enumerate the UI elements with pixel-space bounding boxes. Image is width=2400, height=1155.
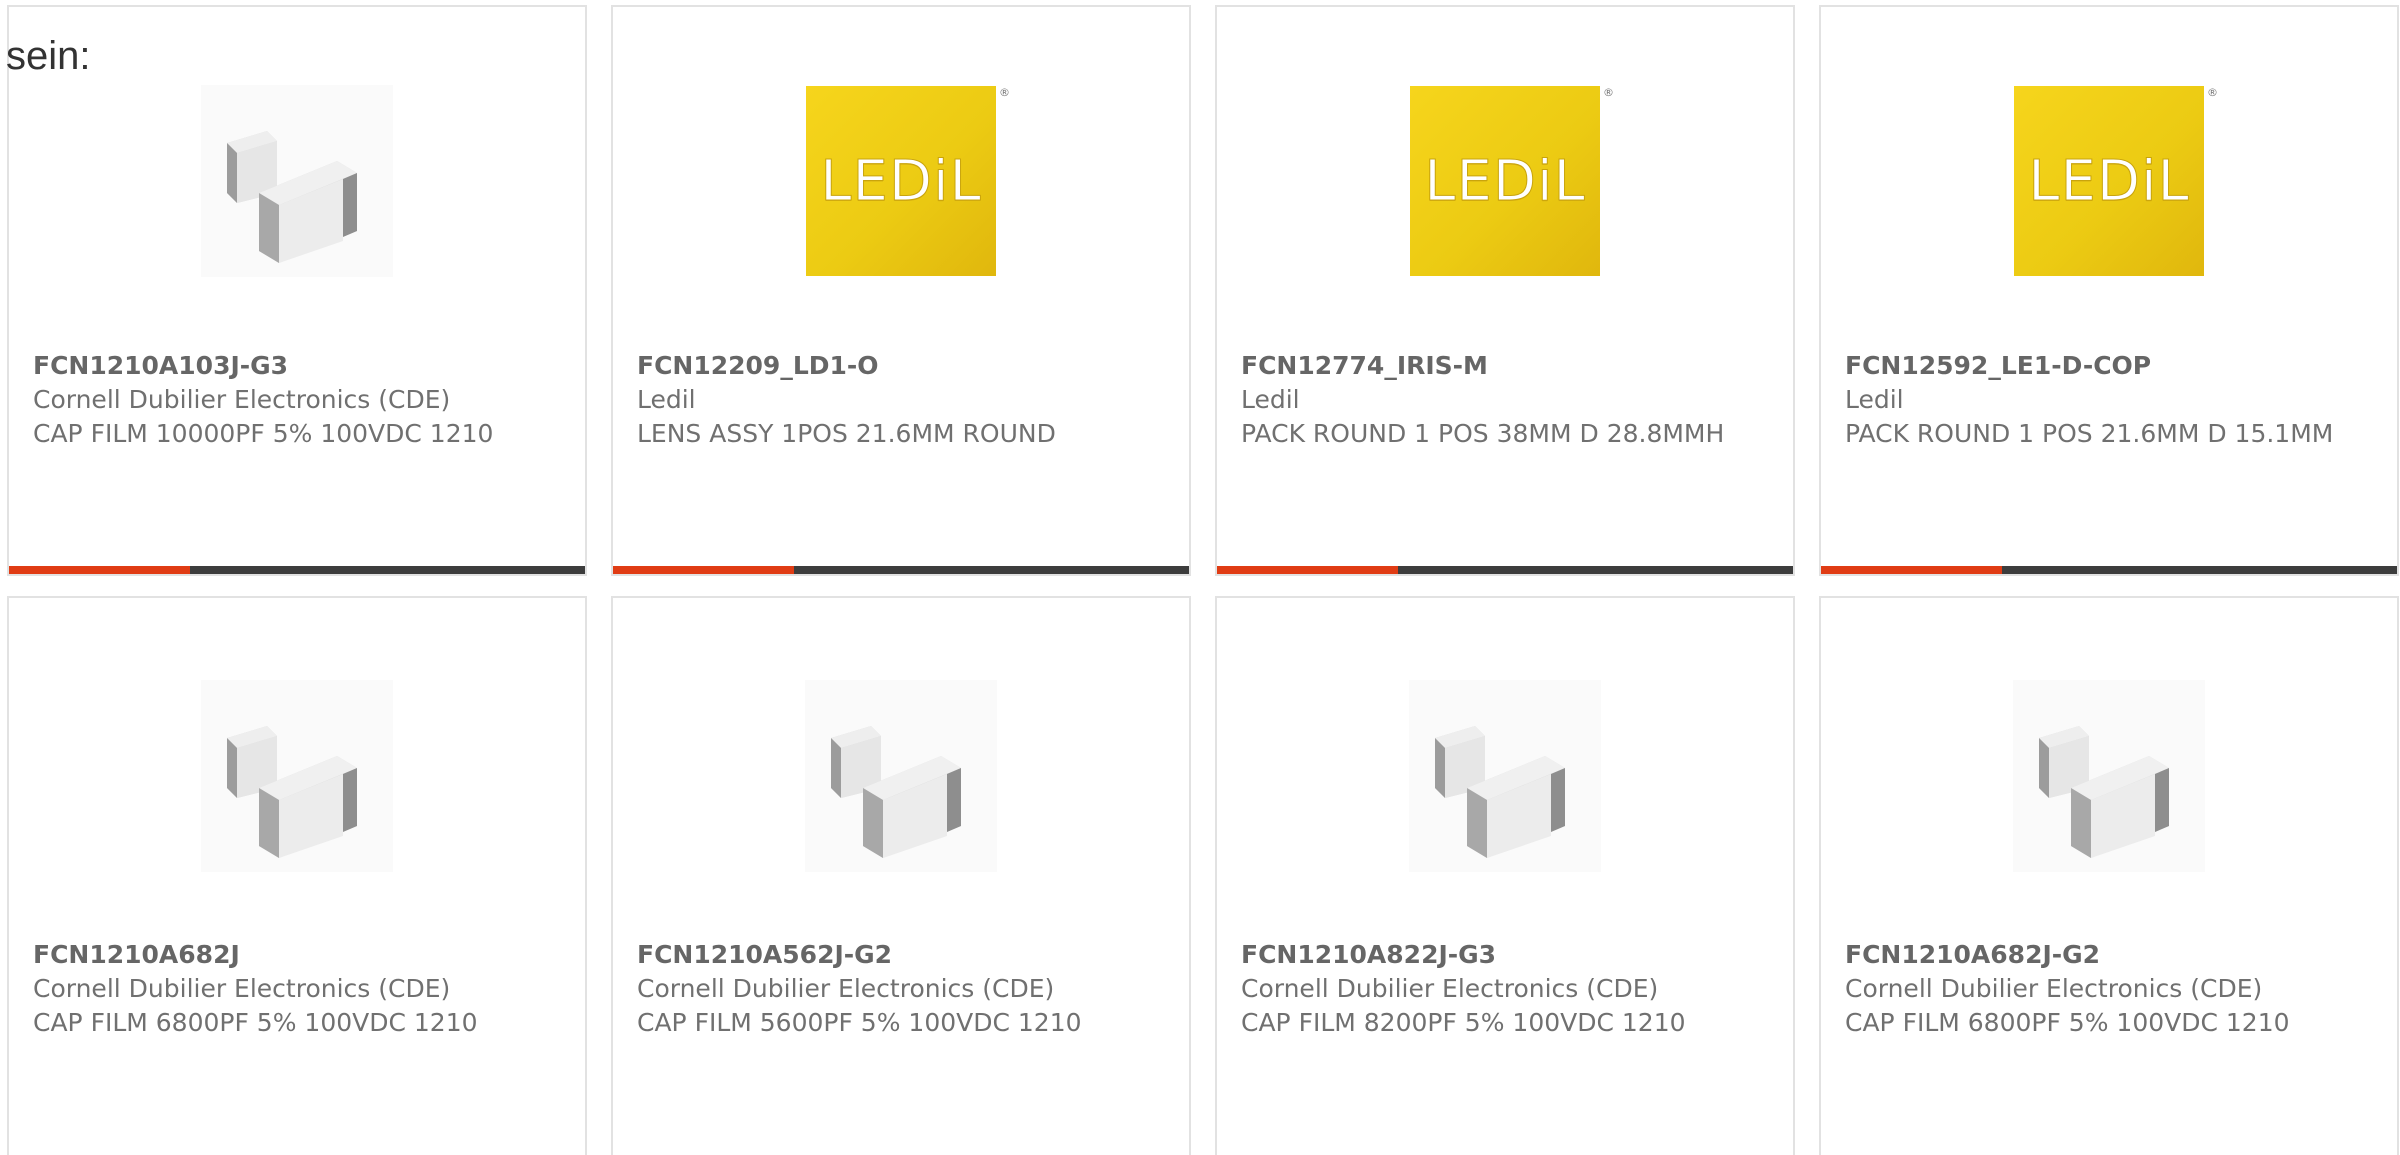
part-number[interactable]: FCN1210A682J-G2 <box>1845 938 2373 972</box>
product-description: CAP FILM 6800PF 5% 100VDC 1210 <box>1845 1008 2290 1037</box>
product-card[interactable]: LEDiL ® FCN12774_IRIS-M Ledil PACK ROUND… <box>1215 5 1795 576</box>
manufacturer: Cornell Dubilier Electronics (CDE) <box>1241 974 1659 1003</box>
part-number[interactable]: FCN12209_LD1-O <box>637 349 1165 383</box>
manufacturer: Ledil <box>1241 385 1300 414</box>
part-number[interactable]: FCN12774_IRIS-M <box>1241 349 1769 383</box>
manufacturer: Ledil <box>1845 385 1904 414</box>
part-number[interactable]: FCN1210A822J-G3 <box>1241 938 1769 972</box>
card-accent-bar <box>1217 566 1399 574</box>
card-accent-bar <box>613 566 795 574</box>
manufacturer: Cornell Dubilier Electronics (CDE) <box>1845 974 2263 1003</box>
registered-mark: ® <box>2207 86 2218 99</box>
product-image[interactable]: LEDiL ® <box>2009 81 2218 281</box>
product-description: PACK ROUND 1 POS 38MM D 28.8MMH <box>1241 419 1725 448</box>
registered-mark: ® <box>999 86 1010 99</box>
product-image[interactable] <box>1405 676 1605 876</box>
manufacturer: Cornell Dubilier Electronics (CDE) <box>637 974 1055 1003</box>
part-number[interactable]: FCN1210A682J <box>33 938 561 972</box>
product-image[interactable] <box>801 676 1001 876</box>
part-number[interactable]: FCN12592_LE1-D-COP <box>1845 349 2373 383</box>
product-card[interactable]: FCN1210A103J-G3 Cornell Dubilier Electro… <box>7 5 587 576</box>
product-image[interactable] <box>197 676 397 876</box>
product-card[interactable]: FCN1210A822J-G3 Cornell Dubilier Electro… <box>1215 596 1795 1155</box>
manufacturer: Cornell Dubilier Electronics (CDE) <box>33 385 451 414</box>
manufacturer: Cornell Dubilier Electronics (CDE) <box>33 974 451 1003</box>
registered-mark: ® <box>1603 86 1614 99</box>
card-footer-bar <box>1217 566 1793 574</box>
product-description: CAP FILM 10000PF 5% 100VDC 1210 <box>33 419 494 448</box>
ledil-logo-text: LEDiL <box>1424 148 1586 214</box>
ledil-logo: LEDiL ® <box>806 86 1010 276</box>
card-accent-bar <box>1821 566 2003 574</box>
card-accent-bar <box>9 566 191 574</box>
product-image[interactable] <box>197 81 397 281</box>
ledil-logo-text: LEDiL <box>820 148 982 214</box>
part-number[interactable]: FCN1210A103J-G3 <box>33 349 561 383</box>
product-description: PACK ROUND 1 POS 21.6MM D 15.1MM <box>1845 419 2334 448</box>
product-image[interactable]: LEDiL ® <box>801 81 1010 281</box>
ledil-logo: LEDiL ® <box>2014 86 2218 276</box>
intro-text: sein: <box>6 34 91 78</box>
capacitor-chip-icon <box>201 680 393 872</box>
product-description: CAP FILM 8200PF 5% 100VDC 1210 <box>1241 1008 1686 1037</box>
product-card[interactable]: LEDiL ® FCN12209_LD1-O Ledil LENS ASSY 1… <box>611 5 1191 576</box>
product-grid: FCN1210A103J-G3 Cornell Dubilier Electro… <box>0 0 2400 1155</box>
capacitor-chip-icon <box>2013 680 2205 872</box>
product-card[interactable]: LEDiL ® FCN12592_LE1-D-COP Ledil PACK RO… <box>1819 5 2399 576</box>
product-description: CAP FILM 5600PF 5% 100VDC 1210 <box>637 1008 1082 1037</box>
ledil-logo: LEDiL ® <box>1410 86 1614 276</box>
product-image[interactable]: LEDiL ® <box>1405 81 1614 281</box>
product-card[interactable]: FCN1210A562J-G2 Cornell Dubilier Electro… <box>611 596 1191 1155</box>
product-image[interactable] <box>2009 676 2209 876</box>
capacitor-chip-icon <box>805 680 997 872</box>
product-card[interactable]: FCN1210A682J Cornell Dubilier Electronic… <box>7 596 587 1155</box>
product-description: LENS ASSY 1POS 21.6MM ROUND <box>637 419 1056 448</box>
card-footer-bar <box>613 566 1189 574</box>
manufacturer: Ledil <box>637 385 696 414</box>
product-card[interactable]: FCN1210A682J-G2 Cornell Dubilier Electro… <box>1819 596 2399 1155</box>
part-number[interactable]: FCN1210A562J-G2 <box>637 938 1165 972</box>
ledil-logo-text: LEDiL <box>2028 148 2190 214</box>
product-description: CAP FILM 6800PF 5% 100VDC 1210 <box>33 1008 478 1037</box>
card-footer-bar <box>9 566 585 574</box>
capacitor-chip-icon <box>201 85 393 277</box>
card-footer-bar <box>1821 566 2397 574</box>
capacitor-chip-icon <box>1409 680 1601 872</box>
